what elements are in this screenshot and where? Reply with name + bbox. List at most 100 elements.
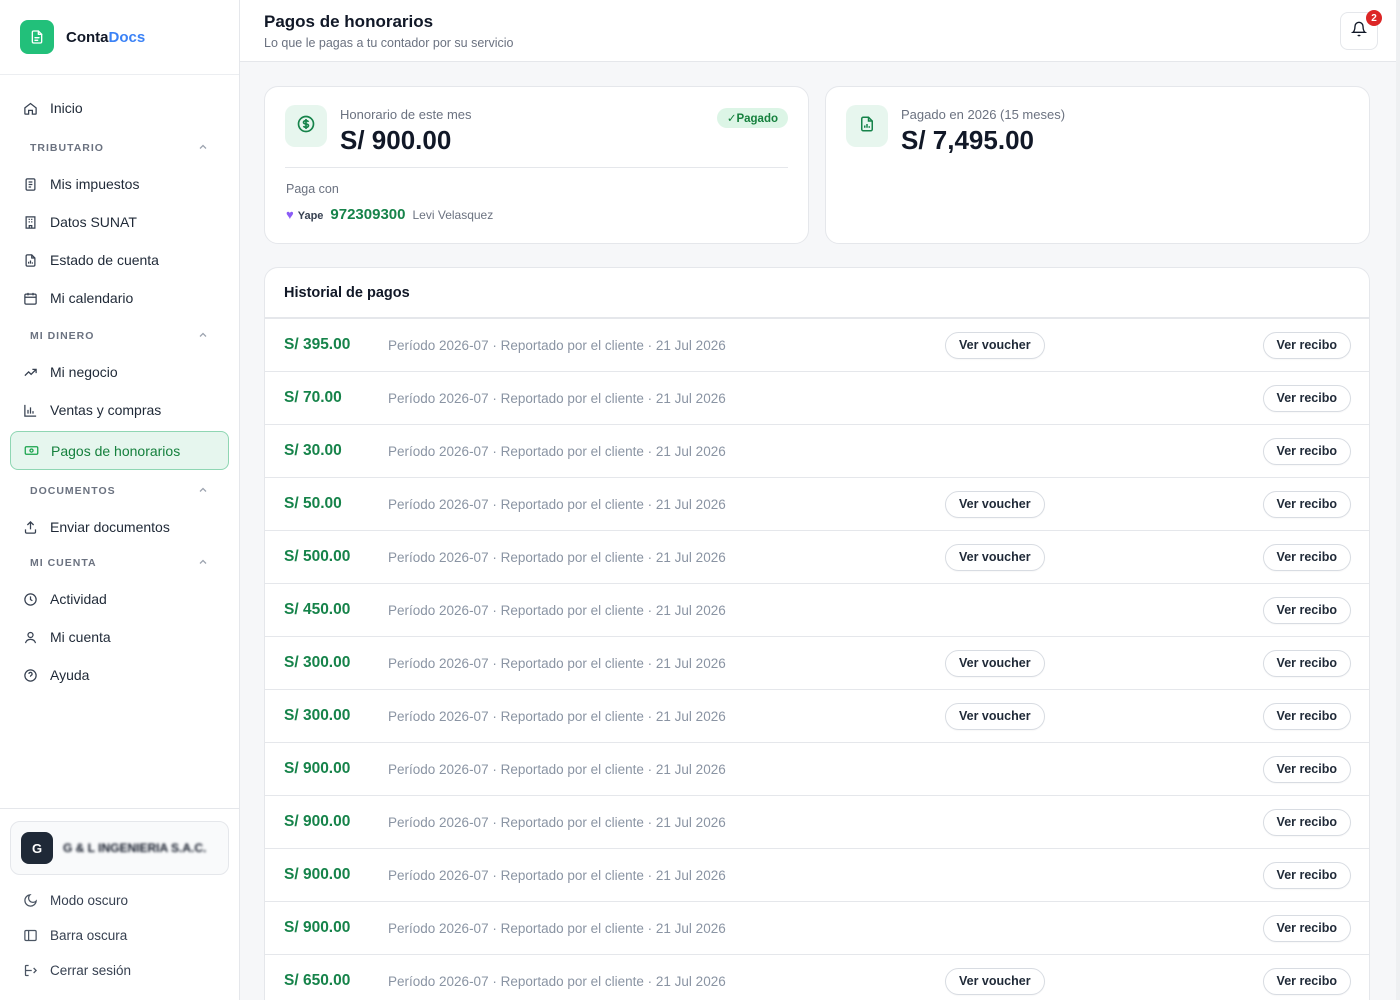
view-voucher-button[interactable]: Ver voucher — [945, 490, 1045, 518]
sidebar-item-mis-impuestos[interactable]: Mis impuestos — [10, 165, 229, 203]
payment-amount: S/ 395.00 — [284, 336, 351, 353]
company-switcher[interactable]: G G & L INGENIERIA S.A.C. — [10, 821, 229, 875]
money-icon — [23, 443, 39, 459]
view-voucher-button[interactable]: Ver voucher — [945, 331, 1045, 359]
sidebar-item-ventas-y-compras[interactable]: Ventas y compras — [10, 391, 229, 429]
view-receipt-button[interactable]: Ver recibo — [1262, 490, 1351, 518]
table-row: S/ 395.00 Período 2026-07 · Reportado por… — [265, 319, 1369, 372]
file-chart-icon — [858, 115, 876, 138]
dark-mode-toggle[interactable]: Modo oscuro — [10, 883, 229, 918]
view-receipt-button[interactable]: Ver recibo — [1262, 967, 1351, 995]
payment-description: Período 2026-07 · Reportado por el clien… — [388, 602, 726, 618]
bell-icon — [1350, 21, 1368, 42]
table-row: S/ 900.00 Período 2026-07 · Reportado por… — [265, 849, 1369, 902]
year-total-card: Pagado en 2026 (15 meses) S/ 7,495.00 — [825, 86, 1370, 244]
table-row: S/ 900.00 Período 2026-07 · Reportado por… — [265, 902, 1369, 955]
table-row: S/ 900.00 Período 2026-07 · Reportado por… — [265, 796, 1369, 849]
sidebar-item-label: Ventas y compras — [50, 402, 162, 418]
sidebar-item-label: Inicio — [50, 100, 83, 116]
dark-sidebar-label: Barra oscura — [50, 928, 128, 943]
view-receipt-button[interactable]: Ver recibo — [1262, 808, 1351, 836]
bar-chart-icon — [22, 402, 38, 418]
view-receipt-button[interactable]: Ver recibo — [1262, 649, 1351, 677]
section-mi-dinero[interactable]: MI DINERO — [10, 319, 229, 353]
logout-button[interactable]: Cerrar sesión — [10, 953, 229, 988]
view-receipt-button[interactable]: Ver recibo — [1262, 331, 1351, 359]
fee-amount: S/ 900.00 — [340, 125, 452, 155]
chevron-up-icon — [197, 556, 209, 571]
sidebar-item-inicio[interactable]: Inicio — [10, 89, 229, 127]
total-icon-tile — [846, 105, 888, 147]
fee-label: Honorario de este mes — [340, 107, 472, 122]
view-receipt-button[interactable]: Ver recibo — [1262, 384, 1351, 412]
page-scrollbar[interactable] — [1396, 0, 1400, 1000]
brand[interactable]: ContaDocs — [0, 0, 239, 75]
section-mi-cuenta[interactable]: MI CUENTA — [10, 546, 229, 580]
payment-description: Período 2026-07 · Reportado por el clien… — [388, 443, 726, 459]
notifications-button[interactable]: 2 — [1340, 10, 1382, 50]
sidebar-item-label: Mi cuenta — [50, 629, 111, 645]
notification-count-badge: 2 — [1366, 10, 1382, 26]
table-row: S/ 300.00 Período 2026-07 · Reportado por… — [265, 637, 1369, 690]
payment-amount: S/ 900.00 — [284, 919, 351, 936]
user-icon — [22, 629, 38, 645]
payment-holder: Levi Velasquez — [412, 208, 494, 222]
logout-label: Cerrar sesión — [50, 963, 132, 978]
sidebar-item-datos-sunat[interactable]: Datos SUNAT — [10, 203, 229, 241]
trending-up-icon — [22, 364, 38, 380]
sidebar-item-mi-cuenta[interactable]: Mi cuenta — [10, 618, 229, 656]
total-amount: S/ 7,495.00 — [901, 125, 1034, 155]
table-row: S/ 900.00 Período 2026-07 · Reportado por… — [265, 743, 1369, 796]
payment-description: Período 2026-07 · Reportado por el clien… — [388, 920, 726, 936]
payment-amount: S/ 300.00 — [284, 654, 351, 671]
sidebar-item-label: Mi negocio — [50, 364, 118, 380]
sidebar-item-actividad[interactable]: Actividad — [10, 580, 229, 618]
payment-description: Período 2026-07 · Reportado por el clien… — [388, 867, 726, 883]
view-receipt-button[interactable]: Ver recibo — [1262, 914, 1351, 942]
sidebar: ContaDocs Inicio TRIBUTARIO Mis impuesto… — [0, 0, 240, 1000]
payment-description: Período 2026-07 · Reportado por el clien… — [388, 337, 726, 353]
dark-sidebar-toggle[interactable]: Barra oscura — [10, 918, 229, 953]
sidebar-item-ayuda[interactable]: Ayuda — [10, 656, 229, 694]
view-voucher-button[interactable]: Ver voucher — [945, 543, 1045, 571]
sidebar-item-enviar-documentos[interactable]: Enviar documentos — [10, 508, 229, 546]
payment-method-name: Yape — [297, 210, 324, 222]
dark-mode-label: Modo oscuro — [50, 893, 129, 908]
view-voucher-button[interactable]: Ver voucher — [945, 967, 1045, 995]
history-list: S/ 395.00 Período 2026-07 · Reportado por… — [265, 319, 1369, 1000]
home-icon — [22, 100, 38, 116]
payment-description: Período 2026-07 · Reportado por el clien… — [388, 814, 726, 830]
moon-icon — [22, 893, 38, 909]
payment-amount: S/ 30.00 — [284, 442, 342, 459]
status-badge: ✓Pagado — [716, 108, 788, 128]
dollar-circle-icon — [296, 114, 316, 139]
chevron-up-icon — [197, 329, 209, 344]
payment-description: Período 2026-07 · Reportado por el clien… — [388, 973, 726, 989]
sidebar-item-label: Mi calendario — [50, 290, 134, 306]
view-receipt-button[interactable]: Ver recibo — [1262, 596, 1351, 624]
view-receipt-button[interactable]: Ver recibo — [1262, 861, 1351, 889]
pay-with-label: Paga con — [286, 182, 339, 196]
document-logo-icon — [20, 20, 54, 54]
sidebar-item-mi-negocio[interactable]: Mi negocio — [10, 353, 229, 391]
payment-description: Período 2026-07 · Reportado por el clien… — [388, 496, 726, 512]
total-label: Pagado en 2026 (15 meses) — [901, 107, 1066, 122]
payment-phone: 972309300 — [330, 206, 406, 223]
sidebar-item-mi-calendario[interactable]: Mi calendario — [10, 279, 229, 317]
sidebar-item-label: Datos SUNAT — [50, 214, 137, 230]
view-voucher-button[interactable]: Ver voucher — [945, 649, 1045, 677]
sidebar-item-estado-de-cuenta[interactable]: Estado de cuenta — [10, 241, 229, 279]
section-tributario[interactable]: TRIBUTARIO — [10, 131, 229, 165]
sidebar-nav: Inicio TRIBUTARIO Mis impuestos Datos SU… — [0, 75, 239, 694]
view-voucher-button[interactable]: Ver voucher — [945, 702, 1045, 730]
heart-icon: ♥ — [286, 207, 294, 222]
view-receipt-button[interactable]: Ver recibo — [1262, 755, 1351, 783]
view-receipt-button[interactable]: Ver recibo — [1262, 702, 1351, 730]
section-documentos[interactable]: DOCUMENTOS — [10, 474, 229, 508]
building-icon — [22, 214, 38, 230]
payment-amount: S/ 650.00 — [284, 972, 351, 989]
sidebar-item-pagos-de-honorarios[interactable]: Pagos de honorarios — [10, 431, 229, 470]
view-receipt-button[interactable]: Ver recibo — [1262, 543, 1351, 571]
table-row: S/ 500.00 Período 2026-07 · Reportado por… — [265, 531, 1369, 584]
view-receipt-button[interactable]: Ver recibo — [1262, 437, 1351, 465]
